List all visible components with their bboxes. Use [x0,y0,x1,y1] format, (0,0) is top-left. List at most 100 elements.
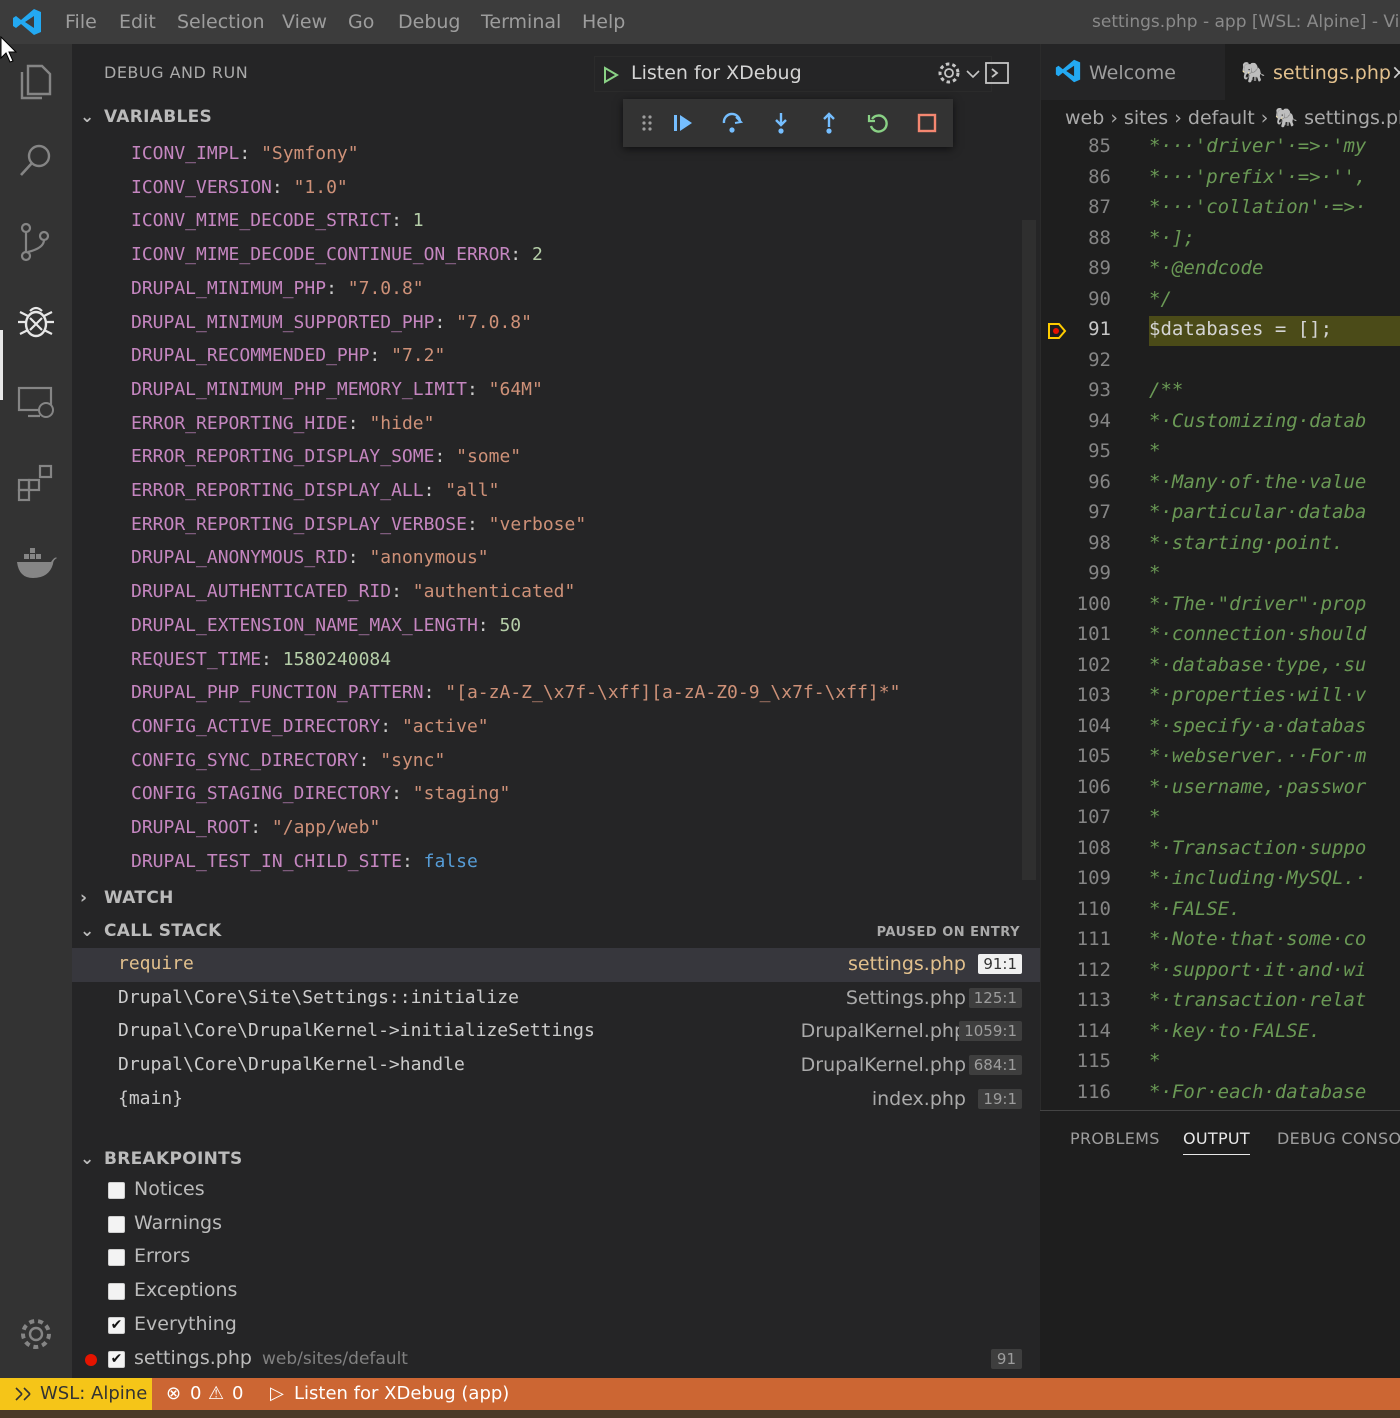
debug-bug-icon[interactable] [14,300,58,344]
variable-row[interactable]: ICONV_IMPL: "Symfony" [131,143,359,164]
stack-frame-row[interactable]: Drupal\Core\DrupalKernel->handle DrupalKe… [72,1049,1040,1083]
variable-row[interactable]: DRUPAL_AUTHENTICATED_RID: "authenticated… [131,581,575,602]
line-number: 93 [1088,379,1111,401]
play-icon[interactable]: ▷ [270,1383,284,1404]
variable-row[interactable]: REQUEST_TIME: 1580240084 [131,649,391,670]
step-out-icon[interactable] [817,111,841,135]
tab-output[interactable]: OUTPUT [1183,1129,1251,1155]
stack-frame-file: index.php [871,1087,966,1110]
close-icon[interactable]: × [1391,60,1400,84]
variable-row[interactable]: DRUPAL_EXTENSION_NAME_MAX_LENGTH: 50 [131,615,521,636]
breadcrumb-sites[interactable]: sites [1124,107,1168,129]
variable-row[interactable]: ICONV_VERSION: "1.0" [131,177,348,198]
stack-frame-row[interactable]: Drupal\Core\DrupalKernel->initializeSett… [72,1015,1040,1049]
menu-debug[interactable]: Debug [398,11,460,33]
variable-value: "authenticated" [412,581,576,603]
stack-frame-row[interactable]: {main} index.php 19:1 [72,1083,1040,1117]
line-number: 101 [1076,623,1111,645]
variable-row[interactable]: DRUPAL_TEST_IN_CHILD_SITE: false [131,851,478,872]
breakpoint-checkbox[interactable] [108,1215,125,1233]
remote-status[interactable]: WSL: Alpine [0,1378,152,1410]
variable-row[interactable]: CONFIG_STAGING_DIRECTORY: "staging" [131,783,510,804]
tab-debug-console[interactable]: DEBUG CONSOL [1277,1129,1400,1148]
variable-row[interactable]: ERROR_REPORTING_HIDE: "hide" [131,413,434,434]
debug-console-icon[interactable] [984,60,1010,86]
line-number: 110 [1076,897,1111,920]
code-line: 105 *·webserver.··For·m [1041,743,1400,773]
menu-view[interactable]: View [282,11,327,33]
breakpoint-label: Notices [134,1178,205,1200]
variable-name: DRUPAL_MINIMUM_SUPPORTED_PHP [131,311,435,333]
variable-row[interactable]: DRUPAL_MINIMUM_PHP: "7.0.8" [131,278,424,299]
code-text: *·FALSE. [1149,897,1241,920]
variables-section-header[interactable]: ⌄ VARIABLES [80,107,212,127]
code-line: 110 *·FALSE. [1041,896,1400,926]
search-icon[interactable] [14,138,58,182]
variable-row[interactable]: DRUPAL_ANONYMOUS_RID: "anonymous" [131,547,489,568]
variable-row[interactable]: CONFIG_ACTIVE_DIRECTORY: "active" [131,716,489,737]
breakpoint-checkbox[interactable]: ✔ [108,1350,125,1368]
error-count[interactable]: 0 [190,1383,201,1404]
variable-row[interactable]: DRUPAL_RECOMMENDED_PHP: "7.2" [131,345,445,366]
restart-icon[interactable] [866,111,890,135]
stop-icon[interactable] [915,111,939,135]
explorer-icon[interactable] [14,60,58,104]
remote-explorer-icon[interactable] [14,380,58,424]
variable-row[interactable]: ERROR_REPORTING_DISPLAY_ALL: "all" [131,480,499,501]
breakpoint-checkbox[interactable] [108,1249,125,1267]
variable-row[interactable]: ICONV_MIME_DECODE_CONTINUE_ON_ERROR: 2 [131,244,543,265]
breakpoint-checkbox[interactable]: ✔ [108,1316,125,1334]
menu-selection[interactable]: Selection [177,11,265,33]
variable-row[interactable]: ERROR_REPORTING_DISPLAY_VERBOSE: "verbos… [131,514,586,535]
tab-problems[interactable]: PROBLEMS [1070,1129,1160,1148]
stack-frame-row[interactable]: Drupal\Core\Site\Settings::initialize Set… [72,982,1040,1016]
breadcrumb-web[interactable]: web [1065,107,1104,129]
variable-row[interactable]: ICONV_MIME_DECODE_STRICT: 1 [131,210,424,231]
open-launch-json-gear-icon[interactable] [936,60,962,86]
step-over-icon[interactable] [720,111,744,135]
source-control-icon[interactable] [14,220,58,264]
tab-settings-php[interactable]: 🐘 settings.php × [1225,44,1400,100]
variable-row[interactable]: DRUPAL_PHP_FUNCTION_PATTERN: "[a-zA-Z_\x… [131,682,900,703]
step-into-icon[interactable] [769,111,793,135]
code-text: * [1149,1050,1161,1072]
warning-count[interactable]: 0 [232,1383,243,1404]
line-number: 85 [1088,135,1111,157]
start-debugging-icon[interactable] [603,66,619,84]
error-icon[interactable]: ⊗ [166,1383,181,1404]
drag-handle-icon[interactable] [635,111,659,135]
variable-row[interactable]: CONFIG_SYNC_DIRECTORY: "sync" [131,750,445,771]
continue-icon[interactable] [671,111,695,135]
variable-row[interactable]: DRUPAL_ROOT: "/app/web" [131,817,380,838]
variable-row[interactable]: DRUPAL_MINIMUM_PHP_MEMORY_LIMIT: "64M" [131,379,543,400]
breakpoint-checkbox[interactable] [108,1182,125,1199]
variable-name: ICONV_MIME_DECODE_STRICT [131,210,392,232]
stack-frame-row[interactable]: require settings.php 91:1 [72,948,1040,982]
code-text: $databases = []; [1149,318,1333,340]
watch-section-header[interactable]: › WATCH [80,888,174,908]
menu-help[interactable]: Help [582,11,625,33]
remote-icon [15,1387,31,1401]
breakpoints-section-header[interactable]: ⌄ BREAKPOINTS [80,1149,243,1169]
menu-edit[interactable]: Edit [119,11,156,33]
variables-scrollbar[interactable] [1022,220,1036,880]
variable-row[interactable]: ERROR_REPORTING_DISPLAY_SOME: "some" [131,446,521,467]
breakpoint-checkbox[interactable] [108,1283,125,1301]
variable-name: ERROR_REPORTING_DISPLAY_VERBOSE [131,513,467,535]
menu-go[interactable]: Go [348,11,374,33]
docker-icon[interactable] [14,540,58,584]
tab-welcome[interactable]: Welcome [1041,44,1201,100]
breadcrumb-file[interactable]: settings.ph [1304,107,1400,129]
launch-config-select[interactable]: Listen for XDebug [594,56,992,92]
variable-separator: : [401,850,424,872]
extensions-icon[interactable] [14,460,58,504]
warning-icon[interactable]: ⚠ [208,1383,224,1404]
menu-terminal[interactable]: Terminal [481,11,561,33]
code-line: 87 *···'collation'·=>· [1041,194,1400,224]
manage-gear-icon[interactable] [14,1312,58,1356]
menu-file[interactable]: File [65,11,97,33]
variable-row[interactable]: DRUPAL_MINIMUM_SUPPORTED_PHP: "7.0.8" [131,312,532,333]
debug-config-status[interactable]: Listen for XDebug (app) [294,1383,509,1404]
call-stack-section-header[interactable]: ⌄ CALL STACK [80,921,222,941]
breadcrumb-default[interactable]: default [1188,107,1255,129]
